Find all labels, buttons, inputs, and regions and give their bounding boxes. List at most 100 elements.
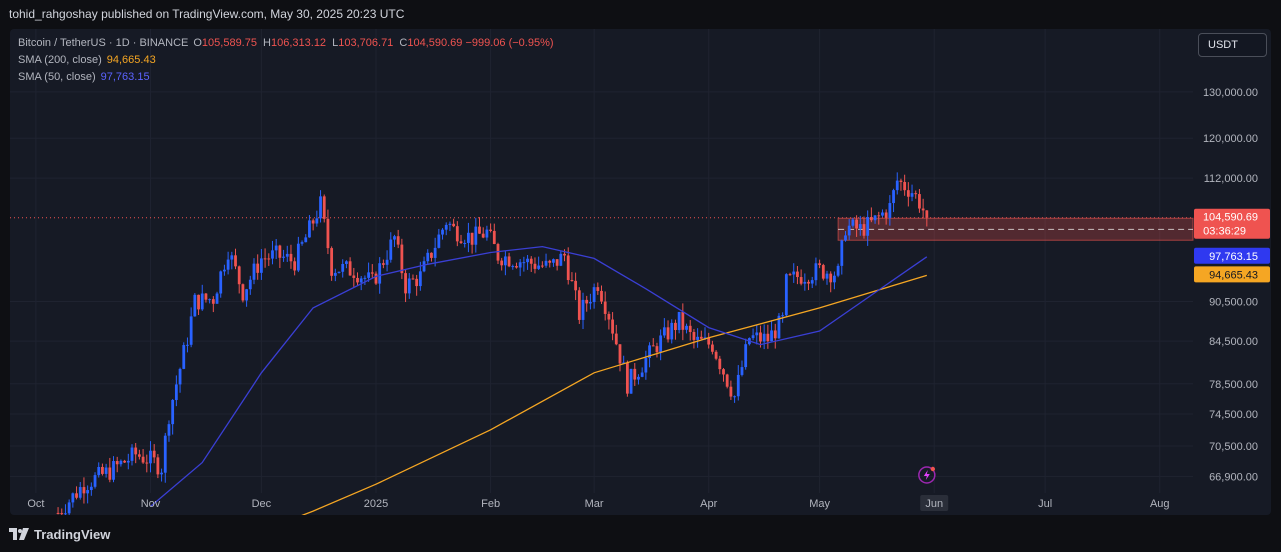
candle-body bbox=[345, 261, 348, 264]
candle-body bbox=[189, 316, 193, 345]
candle bbox=[788, 272, 792, 276]
candle-body bbox=[552, 259, 555, 263]
candle bbox=[511, 264, 515, 270]
currency-button[interactable]: USDT bbox=[1198, 33, 1267, 57]
candle-body bbox=[844, 235, 847, 241]
candle bbox=[714, 350, 718, 361]
candle-body bbox=[230, 255, 234, 260]
candle bbox=[552, 258, 555, 267]
sma200-legend[interactable]: SMA (200, close) 94,665.43 bbox=[18, 52, 554, 69]
candle bbox=[241, 283, 245, 303]
candle-body bbox=[123, 460, 127, 463]
candle bbox=[463, 239, 467, 248]
candle-body bbox=[289, 253, 293, 262]
candle-body bbox=[563, 253, 566, 256]
candle bbox=[237, 265, 241, 294]
candle bbox=[341, 259, 345, 278]
candle-body bbox=[389, 239, 393, 260]
candle-body bbox=[448, 223, 452, 225]
candle-body bbox=[278, 245, 282, 258]
candle-body bbox=[411, 278, 415, 280]
candle-body bbox=[119, 460, 123, 465]
candle-body bbox=[285, 253, 289, 257]
candle bbox=[396, 229, 400, 249]
candle bbox=[544, 253, 548, 268]
candle bbox=[274, 238, 278, 260]
candle bbox=[796, 265, 799, 285]
candle-body bbox=[718, 358, 722, 370]
candle bbox=[152, 444, 156, 464]
candle bbox=[869, 207, 873, 223]
candle bbox=[448, 221, 452, 232]
candle bbox=[507, 252, 511, 268]
candle bbox=[296, 236, 300, 273]
sma50-legend[interactable]: SMA (50, close) 97,763.15 bbox=[18, 69, 554, 86]
candle bbox=[86, 485, 90, 504]
candle-body bbox=[640, 372, 644, 377]
close-value: 104,590.69 bbox=[407, 37, 463, 49]
candle-body bbox=[881, 212, 884, 216]
sma50-value: 97,763.15 bbox=[100, 71, 150, 83]
candle-body bbox=[489, 229, 492, 231]
tradingview-icon bbox=[9, 528, 29, 540]
candle bbox=[818, 259, 822, 269]
candle bbox=[89, 482, 93, 496]
candle-body bbox=[637, 376, 640, 380]
candle bbox=[522, 256, 526, 272]
candle-body bbox=[101, 466, 104, 474]
candle bbox=[622, 355, 626, 364]
candle bbox=[807, 279, 810, 291]
candle-body bbox=[722, 369, 725, 375]
candle-body bbox=[163, 435, 167, 473]
candle bbox=[529, 256, 533, 272]
candle-body bbox=[655, 346, 659, 353]
candle bbox=[426, 249, 430, 264]
candle-body bbox=[892, 190, 895, 204]
ohlc-row: Bitcoin / TetherUS · 1D · BINANCE O105,5… bbox=[18, 35, 554, 52]
candle-body bbox=[455, 226, 459, 242]
candle-body bbox=[674, 322, 677, 331]
candle-body bbox=[115, 461, 119, 465]
price-tick-label: 66,900.00 bbox=[1209, 471, 1258, 483]
change-value: −999.06 (−0.95%) bbox=[465, 37, 554, 49]
time-tick-label: Jul bbox=[1038, 498, 1052, 510]
open-value: 105,589.75 bbox=[201, 37, 257, 49]
low-value: 103,706.71 bbox=[338, 37, 394, 49]
last-price-badge-text: 104,590.69 bbox=[1203, 212, 1258, 224]
candle bbox=[670, 319, 674, 344]
candle-body bbox=[725, 374, 729, 387]
candle-body bbox=[108, 467, 112, 480]
candle bbox=[555, 259, 559, 271]
candle bbox=[182, 342, 186, 370]
tradingview-logo[interactable]: TradingView bbox=[9, 526, 110, 542]
candle-body bbox=[370, 272, 374, 274]
candle bbox=[71, 492, 75, 508]
candle-body bbox=[341, 263, 345, 272]
candle bbox=[492, 223, 496, 245]
chart-pane[interactable]: 130,000.00 120,000.00 112,000.00 90,500.00 8… bbox=[10, 29, 1271, 515]
sma200-label: SMA (200, close) bbox=[18, 54, 102, 66]
candle-body bbox=[75, 493, 78, 498]
candle bbox=[736, 365, 740, 401]
candle-body bbox=[156, 457, 160, 475]
candle bbox=[93, 472, 97, 489]
sma200-line bbox=[301, 274, 927, 515]
candle-body bbox=[492, 230, 496, 245]
symbol-label[interactable]: Bitcoin / TetherUS · 1D · BINANCE bbox=[18, 35, 188, 52]
candle-body bbox=[89, 486, 93, 491]
candle-body bbox=[463, 242, 467, 244]
candle bbox=[770, 320, 773, 342]
candle bbox=[271, 240, 274, 265]
price-chart[interactable]: 130,000.00 120,000.00 112,000.00 90,500.00 8… bbox=[10, 29, 1271, 515]
candle bbox=[467, 222, 470, 253]
candle-body bbox=[393, 236, 396, 240]
candle-body bbox=[245, 289, 248, 301]
candle bbox=[259, 249, 263, 280]
candle bbox=[56, 507, 60, 515]
candle bbox=[345, 260, 348, 269]
candle bbox=[899, 178, 903, 191]
candle-body bbox=[274, 245, 278, 251]
candle bbox=[78, 481, 82, 500]
candle-body bbox=[152, 450, 156, 458]
price-tick-label: 120,000.00 bbox=[1203, 133, 1258, 145]
